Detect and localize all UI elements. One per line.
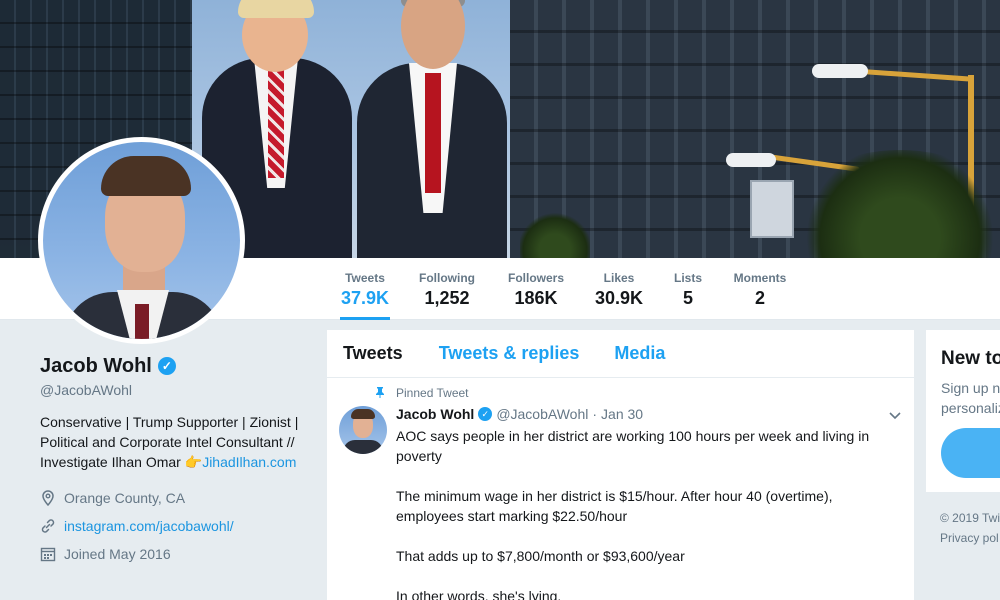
profile-handle[interactable]: @JacobAWohl — [40, 382, 320, 398]
signup-text-line: personaliz — [941, 400, 1000, 416]
tweet-author-avatar[interactable] — [339, 406, 387, 454]
tab-media[interactable]: Media — [614, 343, 665, 364]
tab-tweets[interactable]: Tweets — [343, 343, 403, 364]
profile-card: Jacob Wohl ✓ @JacobAWohl Conservative | … — [40, 352, 320, 568]
profile-name-row: Jacob Wohl ✓ — [40, 352, 320, 380]
location-pin-icon — [40, 490, 56, 506]
link-icon — [40, 518, 56, 534]
tweet-author-name[interactable]: Jacob Wohl — [396, 406, 474, 422]
tweet-paragraph: That adds up to $7,800/month or $93,600/… — [396, 548, 685, 564]
stat-value: 5 — [682, 288, 693, 308]
bio-line: Investigate Ilhan Omar 👉JihadIlhan.com — [40, 452, 310, 472]
signup-title: New to — [941, 348, 1000, 369]
palm-tree-small — [520, 210, 590, 258]
tweet-text: AOC says people in her district are work… — [396, 426, 886, 600]
signup-text: Sign up n personaliz — [941, 378, 1000, 418]
stat-moments[interactable]: Moments 2 — [730, 258, 790, 320]
stat-following[interactable]: Following 1,252 — [417, 258, 477, 320]
tweet-date[interactable]: Jan 30 — [601, 406, 643, 422]
signup-text-line: Sign up n — [941, 380, 1000, 396]
profile-bio: Conservative | Trump Supporter | Zionist… — [40, 412, 310, 472]
website-link[interactable]: instagram.com/jacobawohl/ — [64, 518, 234, 534]
stat-label: Following — [419, 271, 475, 285]
bio-line: Political and Corporate Intel Consultant… — [40, 434, 295, 450]
tweet-paragraph: In other words, she's lying. — [396, 588, 562, 600]
stat-followers[interactable]: Followers 186K — [504, 258, 568, 320]
pinned-label-row: Pinned Tweet — [372, 384, 902, 402]
stat-value: 186K — [514, 288, 558, 308]
stat-value: 30.9K — [594, 288, 644, 308]
joined-text: Joined May 2016 — [64, 546, 171, 562]
location-text: Orange County, CA — [64, 490, 186, 506]
profile-name[interactable]: Jacob Wohl — [40, 355, 152, 378]
verified-badge-icon: ✓ — [478, 407, 493, 421]
stat-label: Likes — [603, 271, 635, 285]
timeline-tabs: Tweets Tweets & replies Media — [327, 330, 914, 378]
tweet-paragraph: The minimum wage in her district is $15/… — [396, 488, 833, 524]
streetlamp-head — [812, 64, 868, 78]
website-row: instagram.com/jacobawohl/ — [40, 512, 320, 540]
tweet-paragraph: AOC says people in her district are work… — [396, 428, 870, 464]
stat-tweets[interactable]: Tweets 37.9K — [340, 258, 390, 320]
stat-likes[interactable]: Likes 30.9K — [594, 258, 644, 320]
verified-badge-icon: ✓ — [157, 357, 176, 375]
stat-label: Followers — [507, 271, 564, 285]
stat-label: Tweets — [345, 271, 385, 285]
stat-label: Lists — [673, 271, 702, 285]
location-row: Orange County, CA — [40, 484, 320, 512]
pinned-label: Pinned Tweet — [396, 386, 469, 400]
streetlamp-head-2 — [726, 153, 776, 167]
tweet-author-handle[interactable]: @JacobAWohl — [496, 406, 588, 422]
tab-tweets-replies[interactable]: Tweets & replies — [439, 343, 580, 364]
privacy-link[interactable]: Privacy pol — [940, 528, 1000, 548]
joined-row: Joined May 2016 — [40, 540, 320, 568]
profile-meta: Orange County, CA instagram.com/jacobawo… — [40, 484, 320, 568]
signup-card: New to Sign up n personaliz — [926, 330, 1000, 492]
footer: © 2019 Twi Privacy pol — [940, 508, 1000, 548]
chevron-down-icon[interactable] — [888, 408, 902, 424]
profile-avatar[interactable] — [38, 137, 245, 344]
copyright-text: © 2019 Twi — [940, 511, 1000, 525]
bio-line: Conservative | Trump Supporter | Zionist… — [40, 414, 299, 430]
stat-value: 37.9K — [340, 288, 390, 308]
stat-lists[interactable]: Lists 5 — [668, 258, 708, 320]
billboard-person-right — [357, 0, 507, 258]
timeline: Tweets Tweets & replies Media Pinned Twe… — [327, 330, 914, 600]
calendar-icon — [40, 546, 56, 562]
signup-button[interactable] — [941, 428, 1000, 478]
tweet-header: Jacob Wohl ✓ @JacobAWohl · Jan 30 — [396, 404, 902, 424]
pointing-hand-icon: 👉 — [184, 454, 203, 470]
palm-tree — [800, 150, 1000, 258]
bio-text: Investigate Ilhan Omar — [40, 454, 185, 470]
pinned-tweet[interactable]: Pinned Tweet Jacob Wohl ✓ @JacobAWohl · … — [327, 378, 914, 600]
pin-icon — [372, 386, 388, 401]
stat-label: Moments — [733, 271, 787, 285]
separator-dot: · — [592, 406, 598, 422]
stat-value: 1,252 — [424, 288, 470, 308]
bio-link[interactable]: JihadIlhan.com — [202, 454, 296, 470]
building-sign — [750, 180, 794, 238]
stat-value: 2 — [754, 288, 765, 308]
